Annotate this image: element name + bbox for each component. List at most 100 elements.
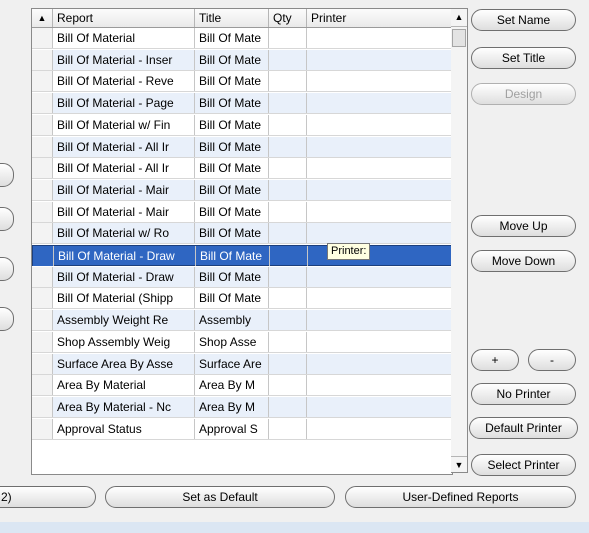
qty-cell[interactable]: [269, 93, 307, 114]
printer-cell[interactable]: [307, 332, 452, 352]
printer-cell[interactable]: [307, 180, 452, 200]
report-cell[interactable]: Bill Of Material - Page: [53, 93, 195, 114]
title-cell[interactable]: Surface Are: [195, 353, 269, 374]
column-header-printer[interactable]: Printer: [307, 9, 452, 27]
add-button[interactable]: +: [471, 349, 519, 371]
row-marker[interactable]: [32, 93, 53, 114]
report-cell[interactable]: Bill Of Material - All Ir: [53, 136, 195, 157]
left-partial-button-3[interactable]: [0, 257, 14, 281]
column-header-qty[interactable]: Qty: [269, 9, 307, 27]
report-cell[interactable]: Bill Of Material - Draw: [53, 266, 195, 287]
title-cell[interactable]: Bill Of Mate: [195, 288, 269, 309]
title-cell[interactable]: Area By M: [195, 375, 269, 396]
table-row[interactable]: Surface Area By Asse Surface Are: [32, 353, 452, 375]
title-cell[interactable]: Bill Of Mate: [195, 179, 269, 200]
qty-cell[interactable]: [269, 375, 307, 396]
select-printer-button[interactable]: Select Printer: [471, 454, 576, 476]
title-cell[interactable]: Bill Of Mate: [195, 201, 269, 222]
left-partial-button-1[interactable]: [0, 163, 14, 187]
set-as-default-button[interactable]: Set as Default: [105, 486, 335, 508]
printer-cell[interactable]: [307, 137, 452, 157]
report-cell[interactable]: Assembly Weight Re: [53, 310, 195, 331]
design-button[interactable]: Design: [471, 83, 576, 105]
row-marker[interactable]: [32, 49, 53, 70]
table-row[interactable]: Approval Status Approval S: [32, 418, 452, 440]
user-defined-reports-button[interactable]: User-Defined Reports: [345, 486, 576, 508]
qty-cell[interactable]: [269, 201, 307, 222]
report-cell[interactable]: Bill Of Material - All Ir: [53, 158, 195, 179]
set-title-button[interactable]: Set Title: [471, 47, 576, 69]
table-row[interactable]: Bill Of Material w/ Ro Bill Of Mate: [32, 223, 452, 245]
row-marker[interactable]: [32, 71, 53, 92]
left-partial-button-2[interactable]: [0, 207, 14, 231]
default-printer-button[interactable]: Default Printer: [469, 417, 578, 439]
report-cell[interactable]: Approval Status: [53, 418, 195, 439]
table-row[interactable]: Area By Material Area By M: [32, 375, 452, 397]
table-row[interactable]: Bill Of Material - Draw Bill Of Mate: [32, 245, 452, 266]
qty-cell[interactable]: [269, 158, 307, 179]
table-row[interactable]: Shop Assembly Weig Shop Asse: [32, 331, 452, 353]
printer-cell[interactable]: [307, 419, 452, 439]
report-cell[interactable]: Area By Material: [53, 375, 195, 396]
move-up-button[interactable]: Move Up: [471, 215, 576, 237]
qty-cell[interactable]: [269, 266, 307, 287]
title-cell[interactable]: Bill Of Mate: [195, 28, 269, 48]
table-row[interactable]: Area By Material - Nc Area By M: [32, 396, 452, 418]
printer-cell[interactable]: [307, 288, 452, 308]
set-name-button[interactable]: Set Name: [471, 9, 576, 31]
title-cell[interactable]: Assembly: [195, 310, 269, 331]
table-row[interactable]: Bill Of Material (Shipp Bill Of Mate: [32, 288, 452, 310]
report-cell[interactable]: Bill Of Material w/ Ro: [53, 223, 195, 244]
row-marker[interactable]: [32, 418, 53, 439]
row-marker[interactable]: [32, 396, 53, 417]
qty-cell[interactable]: [269, 396, 307, 417]
printer-cell[interactable]: [307, 115, 452, 135]
printer-cell[interactable]: [307, 267, 452, 287]
table-row[interactable]: Bill Of Material - Mair Bill Of Mate: [32, 179, 452, 201]
grid-scrollbar[interactable]: ▲ ▼: [451, 8, 468, 473]
printer-cell[interactable]: [307, 202, 452, 222]
printer-cell[interactable]: [307, 223, 452, 243]
printer-cell[interactable]: [307, 50, 452, 70]
qty-cell[interactable]: [269, 353, 307, 374]
report-cell[interactable]: Bill Of Material - Draw: [54, 246, 196, 266]
row-marker[interactable]: [32, 288, 53, 309]
qty-cell[interactable]: [270, 246, 308, 266]
report-cell[interactable]: Bill Of Material w/ Fin: [53, 114, 195, 135]
report-cell[interactable]: Bill Of Material - Mair: [53, 201, 195, 222]
remove-button[interactable]: -: [528, 349, 576, 371]
table-row[interactable]: Bill Of Material - Reve Bill Of Mate: [32, 71, 452, 93]
qty-cell[interactable]: [269, 310, 307, 331]
report-cell[interactable]: Area By Material - Nc: [53, 396, 195, 417]
row-marker[interactable]: [32, 179, 53, 200]
row-marker[interactable]: [32, 375, 53, 396]
printer-cell[interactable]: [307, 28, 452, 48]
table-row[interactable]: Bill Of Material - Page Bill Of Mate: [32, 93, 452, 115]
qty-cell[interactable]: [269, 223, 307, 244]
title-cell[interactable]: Bill Of Mate: [195, 49, 269, 70]
printer-cell[interactable]: [307, 158, 452, 178]
report-grid[interactable]: ▲ Report Title Qty Printer Bill Of Mater…: [31, 8, 453, 475]
row-marker[interactable]: [32, 310, 53, 331]
title-cell[interactable]: Area By M: [195, 396, 269, 417]
table-row[interactable]: Bill Of Material - All Ir Bill Of Mate: [32, 158, 452, 180]
title-cell[interactable]: Approval S: [195, 418, 269, 439]
title-cell[interactable]: Bill Of Mate: [196, 246, 270, 266]
title-cell[interactable]: Bill Of Mate: [195, 71, 269, 92]
move-down-button[interactable]: Move Down: [471, 250, 576, 272]
left-partial-bottom-button[interactable]: 2): [0, 486, 96, 508]
table-row[interactable]: Bill Of Material - All Ir Bill Of Mate: [32, 136, 452, 158]
row-marker[interactable]: [32, 331, 53, 352]
row-marker[interactable]: [32, 223, 53, 244]
printer-cell[interactable]: [307, 375, 452, 395]
report-cell[interactable]: Surface Area By Asse: [53, 353, 195, 374]
title-cell[interactable]: Bill Of Mate: [195, 223, 269, 244]
qty-cell[interactable]: [269, 288, 307, 309]
report-cell[interactable]: Shop Assembly Weig: [53, 331, 195, 352]
row-marker[interactable]: [32, 158, 53, 179]
printer-cell[interactable]: [307, 354, 452, 374]
qty-cell[interactable]: [269, 331, 307, 352]
report-cell[interactable]: Bill Of Material - Inser: [53, 49, 195, 70]
printer-cell[interactable]: [307, 71, 452, 91]
row-marker[interactable]: [32, 266, 53, 287]
